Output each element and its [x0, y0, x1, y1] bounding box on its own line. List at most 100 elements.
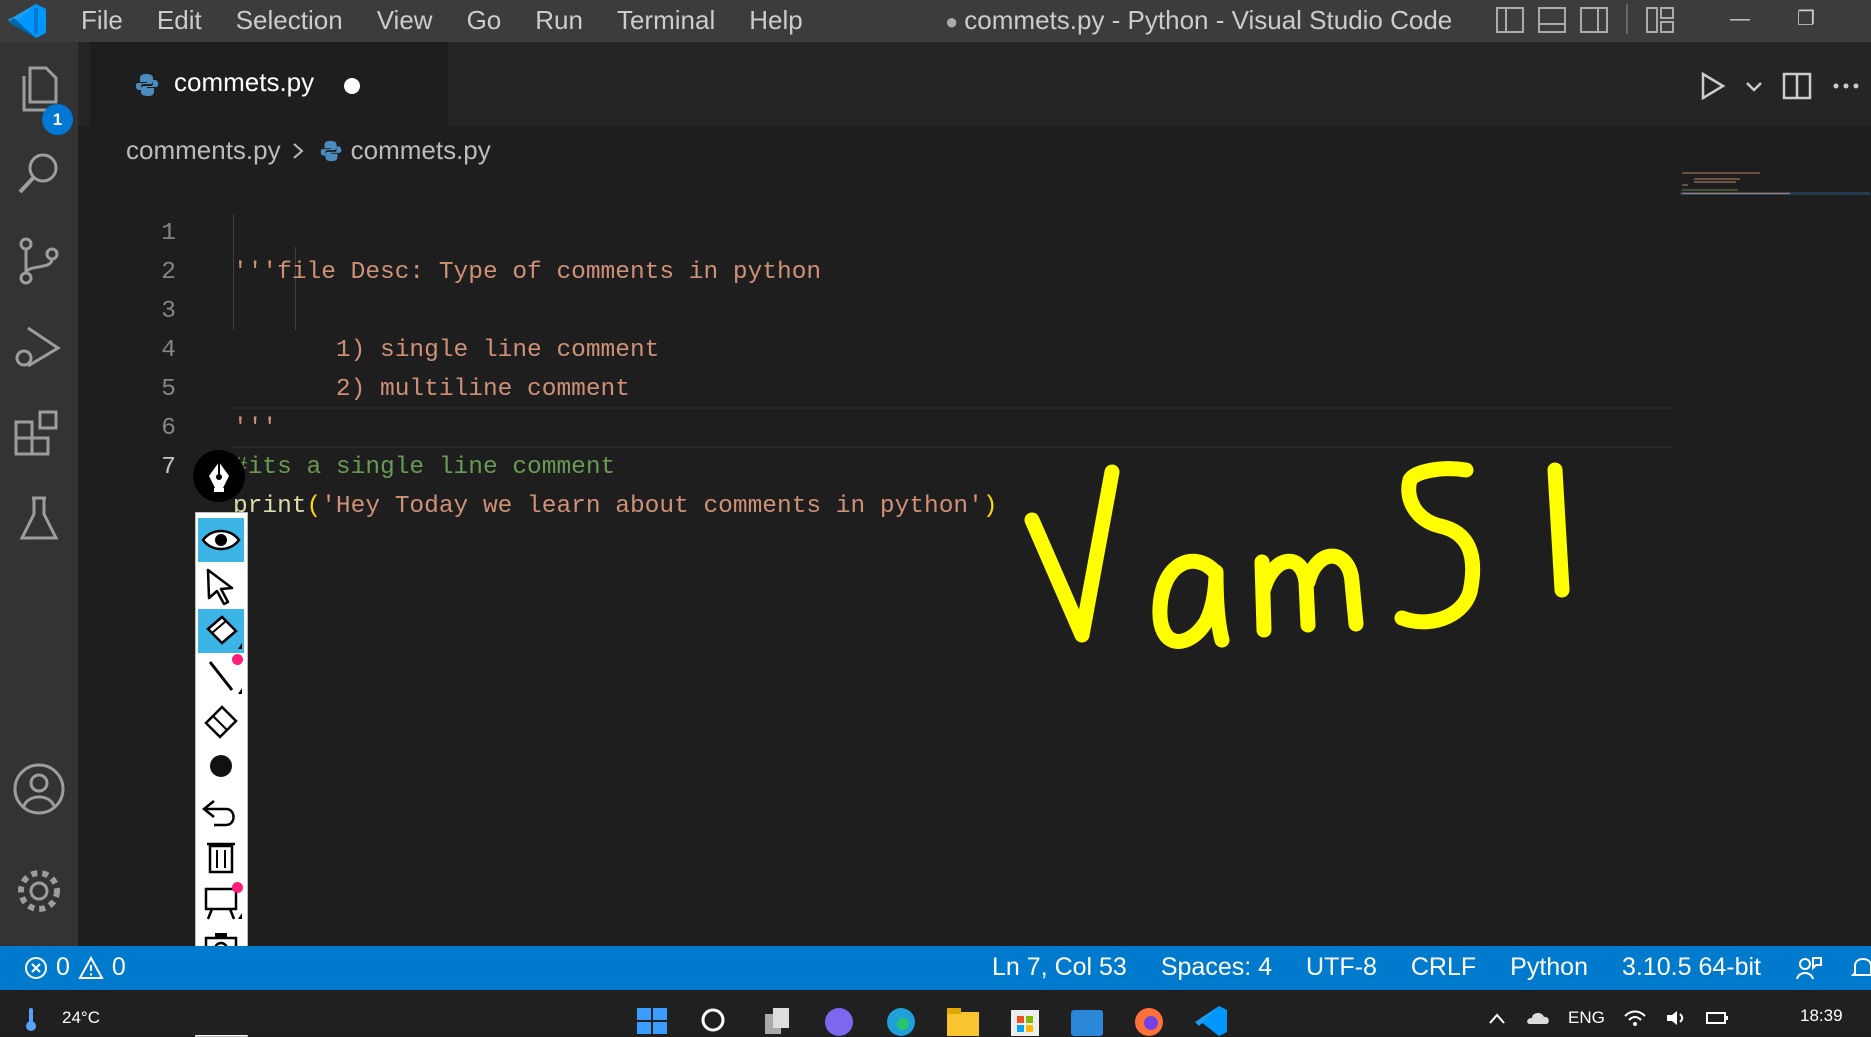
tab-label: commets.py [174, 67, 315, 97]
pen-tool-toggle[interactable] [193, 450, 245, 502]
windows-taskbar: 24°C ENG 18:39 [0, 990, 1871, 1036]
menu-selection[interactable]: Selection [219, 0, 360, 42]
tab-commets-py[interactable]: commets.py [90, 42, 448, 126]
eraser-icon [204, 705, 238, 739]
feedback-icon[interactable] [1795, 955, 1823, 981]
code-line[interactable]: 4 2) multiline comment [78, 292, 1678, 403]
color-button[interactable] [198, 744, 244, 788]
wifi-icon[interactable] [1623, 1008, 1647, 1028]
edge-browser-icon[interactable] [881, 1002, 921, 1036]
menu-bar: File Edit Selection View Go Run Terminal… [64, 0, 820, 42]
error-icon [25, 956, 47, 979]
code-text: #its a single line comment [233, 454, 616, 481]
run-and-debug-icon[interactable] [10, 318, 68, 376]
menu-edit[interactable]: Edit [140, 0, 219, 42]
restore-button[interactable]: ❐ [1797, 0, 1815, 38]
python-interpreter[interactable]: 3.10.5 64-bit [1622, 953, 1761, 982]
undo-icon [201, 800, 235, 827]
split-editor-icon[interactable] [1781, 70, 1813, 102]
code-line[interactable]: 6 #its a single line comment [78, 370, 1678, 481]
battery-icon[interactable] [1705, 1010, 1729, 1026]
taskbar-search-icon[interactable] [695, 1002, 735, 1036]
code-line[interactable]: 2 [78, 214, 1678, 286]
toggle-panel-icon[interactable] [1536, 4, 1568, 36]
toggle-secondary-sidebar-icon[interactable] [1578, 4, 1610, 36]
cursor-arrow-icon [206, 568, 234, 606]
warning-icon [78, 955, 104, 979]
window-title: ● commets.py - Python - Visual Studio Cod… [945, 0, 1452, 42]
run-python-file-icon[interactable] [1697, 70, 1727, 102]
line-number: 7 [161, 454, 176, 481]
weather-icon[interactable] [22, 1004, 40, 1032]
system-tray: ENG [1488, 1008, 1729, 1028]
chevron-down-icon[interactable] [1745, 77, 1763, 95]
taskbar-apps [633, 1002, 1231, 1036]
active-indicator-dot [232, 882, 243, 893]
teams-chat-icon[interactable] [819, 1002, 859, 1036]
testing-icon[interactable] [10, 490, 68, 548]
handwriting-annotation [1024, 461, 1570, 649]
string-token: 'Hey Today we learn about comments in py… [321, 493, 983, 520]
layout-controls [1494, 4, 1676, 36]
system-clock[interactable]: 18:39 [1800, 1006, 1843, 1026]
explorer-badge: 1 [42, 104, 73, 135]
firefox-icon[interactable] [1129, 1002, 1169, 1036]
indentation[interactable]: Spaces: 4 [1161, 953, 1272, 982]
encoding[interactable]: UTF-8 [1306, 953, 1377, 982]
menu-help[interactable]: Help [732, 0, 819, 42]
title-bar: File Edit Selection View Go Run Terminal… [0, 0, 1871, 42]
color-dot-icon [210, 755, 232, 777]
search-icon[interactable] [10, 146, 68, 204]
eraser-button[interactable] [198, 699, 244, 743]
activity-bar: 1 [0, 42, 78, 946]
code-line[interactable]: 5 ''' [78, 331, 1678, 442]
accounts-icon[interactable] [10, 760, 68, 818]
code-line[interactable]: 3 1) single line comment [78, 253, 1678, 364]
cursor-position[interactable]: Ln 7, Col 53 [992, 953, 1127, 982]
code-text: print('Hey Today we learn about comments… [233, 487, 998, 526]
code-line[interactable]: 1 '''file Desc: Type of comments in pyth… [78, 175, 1678, 286]
code-line-current[interactable]: 7 print('Hey Today we learn about commen… [78, 409, 1678, 520]
end-of-line[interactable]: CRLF [1411, 953, 1476, 982]
clear-button[interactable] [198, 834, 244, 878]
python-file-icon [320, 140, 341, 161]
minimap[interactable] [1680, 170, 1870, 210]
menu-terminal[interactable]: Terminal [600, 0, 732, 42]
minimize-button[interactable]: — [1730, 0, 1750, 38]
more-actions-icon[interactable] [1831, 70, 1861, 102]
highlighter-button[interactable] [198, 609, 244, 653]
menu-file[interactable]: File [64, 0, 140, 42]
notifications-bell-icon[interactable] [1851, 955, 1871, 981]
file-explorer-icon[interactable] [943, 1002, 983, 1036]
input-language[interactable]: ENG [1568, 1008, 1605, 1028]
toggle-primary-sidebar-icon[interactable] [1494, 4, 1526, 36]
select-button[interactable] [198, 564, 244, 608]
windows-start-icon[interactable] [633, 1002, 673, 1036]
photos-app-icon[interactable] [1067, 1002, 1107, 1036]
extensions-icon[interactable] [10, 404, 68, 462]
microsoft-store-icon[interactable] [1005, 1002, 1045, 1036]
menu-run[interactable]: Run [518, 0, 600, 42]
unsaved-dot-icon[interactable] [344, 78, 360, 94]
task-view-icon[interactable] [757, 1002, 797, 1036]
chevron-right-icon [292, 142, 304, 159]
weather-temperature[interactable]: 24°C [62, 1008, 100, 1028]
vscode-logo-icon[interactable] [4, 2, 48, 40]
onedrive-cloud-icon[interactable] [1524, 1010, 1550, 1026]
breadcrumb-file[interactable]: commets.py [351, 135, 491, 166]
undo-button[interactable] [198, 789, 244, 833]
source-control-icon[interactable] [10, 232, 68, 290]
show-hidden-icons-icon[interactable] [1488, 1011, 1506, 1025]
language-mode[interactable]: Python [1510, 953, 1588, 982]
bracket-token: ( [306, 493, 322, 520]
volume-icon[interactable] [1665, 1008, 1687, 1028]
problems-indicator[interactable]: 0 0 [24, 953, 126, 982]
vscode-taskbar-icon[interactable] [1191, 1002, 1231, 1036]
menu-go[interactable]: Go [450, 0, 519, 42]
menu-view[interactable]: View [360, 0, 450, 42]
tab-bar: commets.py [78, 42, 1871, 126]
manage-gear-icon[interactable] [10, 862, 68, 920]
customize-layout-icon[interactable] [1644, 4, 1676, 36]
visibility-button[interactable] [198, 518, 244, 562]
breadcrumb-folder[interactable]: comments.py [126, 135, 281, 166]
